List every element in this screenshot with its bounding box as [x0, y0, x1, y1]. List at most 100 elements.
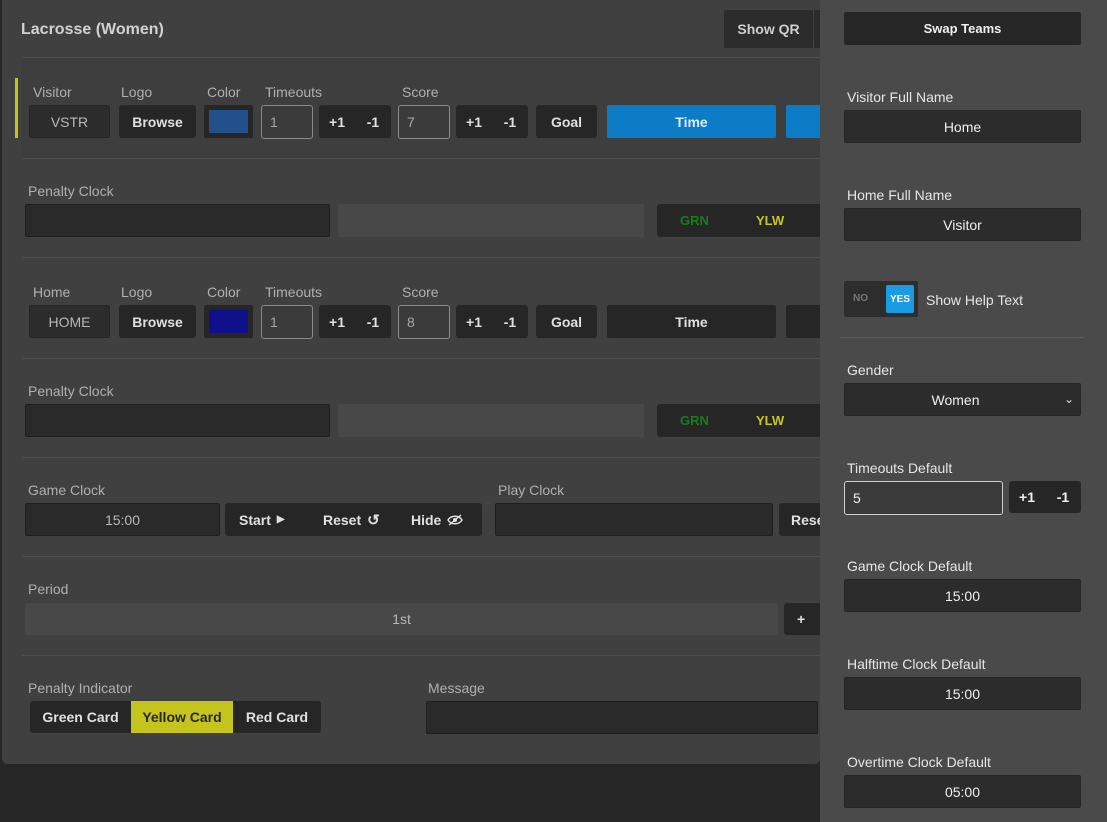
game-clock-start-button[interactable]: Start ▶ [239, 512, 285, 528]
home-logo-browse-button[interactable]: Browse [119, 305, 196, 338]
divider [22, 158, 820, 159]
home-score-plus-button[interactable]: +1 [456, 305, 492, 338]
overtime-clock-default-input[interactable]: 05:00 [844, 775, 1081, 808]
home-extra-button[interactable] [786, 305, 820, 338]
period-plus-button[interactable]: + [784, 603, 820, 635]
page-title: Lacrosse (Women) [21, 21, 164, 38]
visitor-color-label: Color [207, 84, 241, 100]
visitor-color-swatch [209, 110, 248, 133]
swap-teams-button[interactable]: Swap Teams [844, 12, 1081, 45]
main-panel: Lacrosse (Women) Show QR Visitor Logo Co… [2, 0, 820, 764]
home-penalty-display [338, 404, 644, 437]
home-penalty-label: Penalty Clock [28, 383, 114, 399]
red-card-button[interactable]: Red Card [233, 701, 321, 733]
home-color-picker[interactable] [204, 305, 253, 338]
visitor-score-label: Score [402, 84, 439, 100]
divider [22, 358, 820, 359]
visitor-color-picker[interactable] [204, 105, 253, 138]
gender-select[interactable]: Women ⌄ [844, 383, 1081, 416]
timeouts-default-input[interactable]: 5 [844, 481, 1003, 515]
eye-off-icon [447, 513, 464, 526]
visitor-card-toggle: GRN YLW [657, 204, 820, 237]
settings-sidebar: Swap Teams Visitor Full Name Home Home F… [820, 0, 1107, 822]
visitor-full-name-label: Visitor Full Name [847, 89, 954, 105]
help-text-toggle[interactable]: NO YES [844, 281, 918, 317]
visitor-ylw-button[interactable]: YLW [756, 213, 784, 228]
visitor-timeouts-label: Timeouts [265, 84, 323, 100]
home-grn-button[interactable]: GRN [680, 413, 709, 428]
start-label: Start [239, 511, 271, 528]
home-logo-label: Logo [121, 284, 153, 300]
show-qr-button[interactable]: Show QR [724, 10, 813, 48]
timeouts-default-plus-button[interactable]: +1 [1009, 481, 1045, 513]
divider [22, 556, 820, 557]
visitor-extra-button[interactable] [786, 105, 820, 138]
period-display[interactable]: 1st [25, 603, 778, 635]
visitor-goal-button[interactable]: Goal [536, 105, 597, 138]
timeouts-default-stepper: +1 -1 [1009, 481, 1081, 513]
help-text-label: Show Help Text [926, 292, 1024, 308]
divider [22, 457, 820, 458]
home-penalty-input[interactable] [25, 404, 330, 437]
play-clock-label: Play Clock [498, 482, 565, 498]
visitor-penalty-label: Penalty Clock [28, 183, 114, 199]
home-timeouts-input[interactable]: 1 [261, 305, 313, 339]
play-clock-display[interactable] [495, 503, 773, 536]
home-timeouts-plus-button[interactable]: +1 [319, 305, 355, 338]
play-clock-reset-button[interactable]: Rese [779, 503, 820, 536]
game-clock-reset-button[interactable]: Reset ↺ [323, 511, 380, 529]
timeouts-default-label: Timeouts Default [847, 460, 953, 476]
home-score-label: Score [402, 284, 439, 300]
home-goal-button[interactable]: Goal [536, 305, 597, 338]
visitor-timeouts-minus-button[interactable]: -1 [355, 105, 391, 138]
toggle-yes-label: YES [886, 285, 914, 313]
home-abbr-field[interactable]: HOME [29, 305, 110, 338]
game-clock-display[interactable]: 15:00 [25, 503, 220, 536]
penalty-indicator-group: Green Card Yellow Card Red Card [30, 701, 321, 733]
visitor-score-plus-button[interactable]: +1 [456, 105, 492, 138]
message-label: Message [428, 680, 485, 696]
visitor-timeouts-stepper: +1 -1 [319, 105, 391, 138]
game-clock-hide-button[interactable]: Hide [411, 512, 464, 528]
active-indicator [15, 78, 18, 138]
home-timeouts-minus-button[interactable]: -1 [355, 305, 391, 338]
message-input[interactable] [426, 701, 818, 734]
home-full-name-label: Home Full Name [847, 187, 953, 203]
yellow-card-button[interactable]: Yellow Card [131, 701, 233, 733]
divider [22, 655, 820, 656]
visitor-score-minus-button[interactable]: -1 [492, 105, 528, 138]
divider [22, 257, 820, 258]
play-icon: ▶ [276, 514, 285, 525]
visitor-abbr-field[interactable]: VSTR [29, 105, 110, 138]
visitor-logo-browse-button[interactable]: Browse [119, 105, 196, 138]
game-clock-controls: Start ▶ Reset ↺ Hide [225, 503, 482, 536]
visitor-score-input[interactable]: 7 [398, 105, 450, 139]
green-card-button[interactable]: Green Card [30, 701, 131, 733]
period-label: Period [28, 581, 69, 597]
home-time-button[interactable]: Time [607, 305, 776, 338]
visitor-timeouts-plus-button[interactable]: +1 [319, 105, 355, 138]
game-clock-default-label: Game Clock Default [847, 558, 973, 574]
home-full-name-input[interactable]: Visitor [844, 208, 1081, 241]
home-label: Home [33, 284, 71, 300]
visitor-timeouts-input[interactable]: 1 [261, 105, 313, 139]
visitor-penalty-input[interactable] [25, 204, 330, 237]
visitor-full-name-input[interactable]: Home [844, 110, 1081, 143]
timeouts-default-minus-button[interactable]: -1 [1045, 481, 1081, 513]
game-clock-default-input[interactable]: 15:00 [844, 579, 1081, 612]
overtime-clock-default-label: Overtime Clock Default [847, 754, 991, 770]
sidebar-divider [840, 337, 1084, 338]
home-score-input[interactable]: 8 [398, 305, 450, 339]
visitor-grn-button[interactable]: GRN [680, 213, 709, 228]
game-clock-label: Game Clock [28, 482, 106, 498]
home-card-toggle: GRN YLW [657, 404, 820, 437]
visitor-time-button[interactable]: Time [607, 105, 776, 138]
home-ylw-button[interactable]: YLW [756, 413, 784, 428]
home-color-label: Color [207, 284, 241, 300]
home-score-minus-button[interactable]: -1 [492, 305, 528, 338]
halftime-clock-default-input[interactable]: 15:00 [844, 677, 1081, 710]
home-timeouts-label: Timeouts [265, 284, 323, 300]
reset-label: Reset [323, 511, 362, 528]
toggle-no-label: NO [853, 293, 868, 304]
home-timeouts-stepper: +1 -1 [319, 305, 391, 338]
